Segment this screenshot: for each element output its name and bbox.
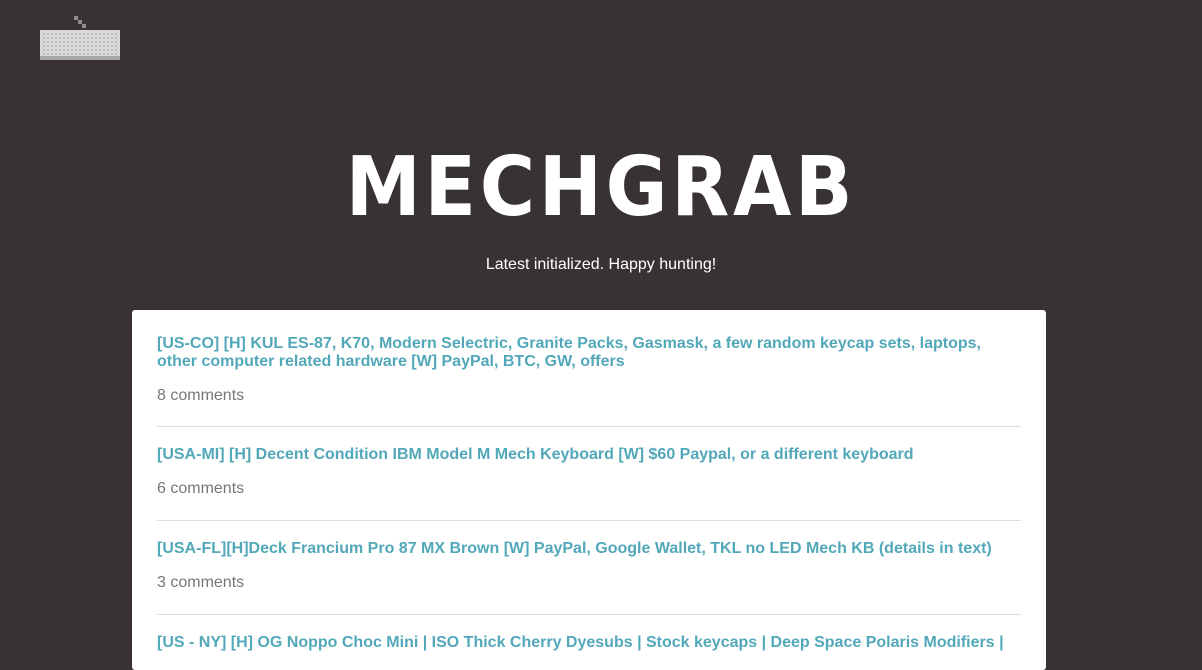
post-item: [US-CO] [H] KUL ES-87, K70, Modern Selec… <box>157 310 1021 427</box>
post-comments-link[interactable]: 3 comments <box>157 574 1021 592</box>
post-item: [US - NY] [H] OG Noppo Choc Mini | ISO T… <box>157 615 1021 670</box>
post-list: [US-CO] [H] KUL ES-87, K70, Modern Selec… <box>132 310 1046 670</box>
keyboard-icon[interactable] <box>38 16 122 62</box>
post-title-link[interactable]: [USA-FL][H]Deck Francium Pro 87 MX Brown… <box>157 521 1021 558</box>
post-feed: [US-CO] [H] KUL ES-87, K70, Modern Selec… <box>132 310 1046 670</box>
post-title-link[interactable]: [USA-MI] [H] Decent Condition IBM Model … <box>157 427 1021 464</box>
post-item: [USA-FL][H]Deck Francium Pro 87 MX Brown… <box>157 521 1021 615</box>
site-title: MECHGRAB <box>345 140 857 235</box>
post-title-link[interactable]: [US-CO] [H] KUL ES-87, K70, Modern Selec… <box>157 310 1021 371</box>
post-comments-link[interactable]: 6 comments <box>157 480 1021 498</box>
status-message: Latest initialized. Happy hunting! <box>485 256 717 273</box>
post-comments-link[interactable]: 8 comments <box>157 387 1021 405</box>
post-title-link[interactable]: [US - NY] [H] OG Noppo Choc Mini | ISO T… <box>157 615 1021 652</box>
post-item: [USA-MI] [H] Decent Condition IBM Model … <box>157 427 1021 521</box>
